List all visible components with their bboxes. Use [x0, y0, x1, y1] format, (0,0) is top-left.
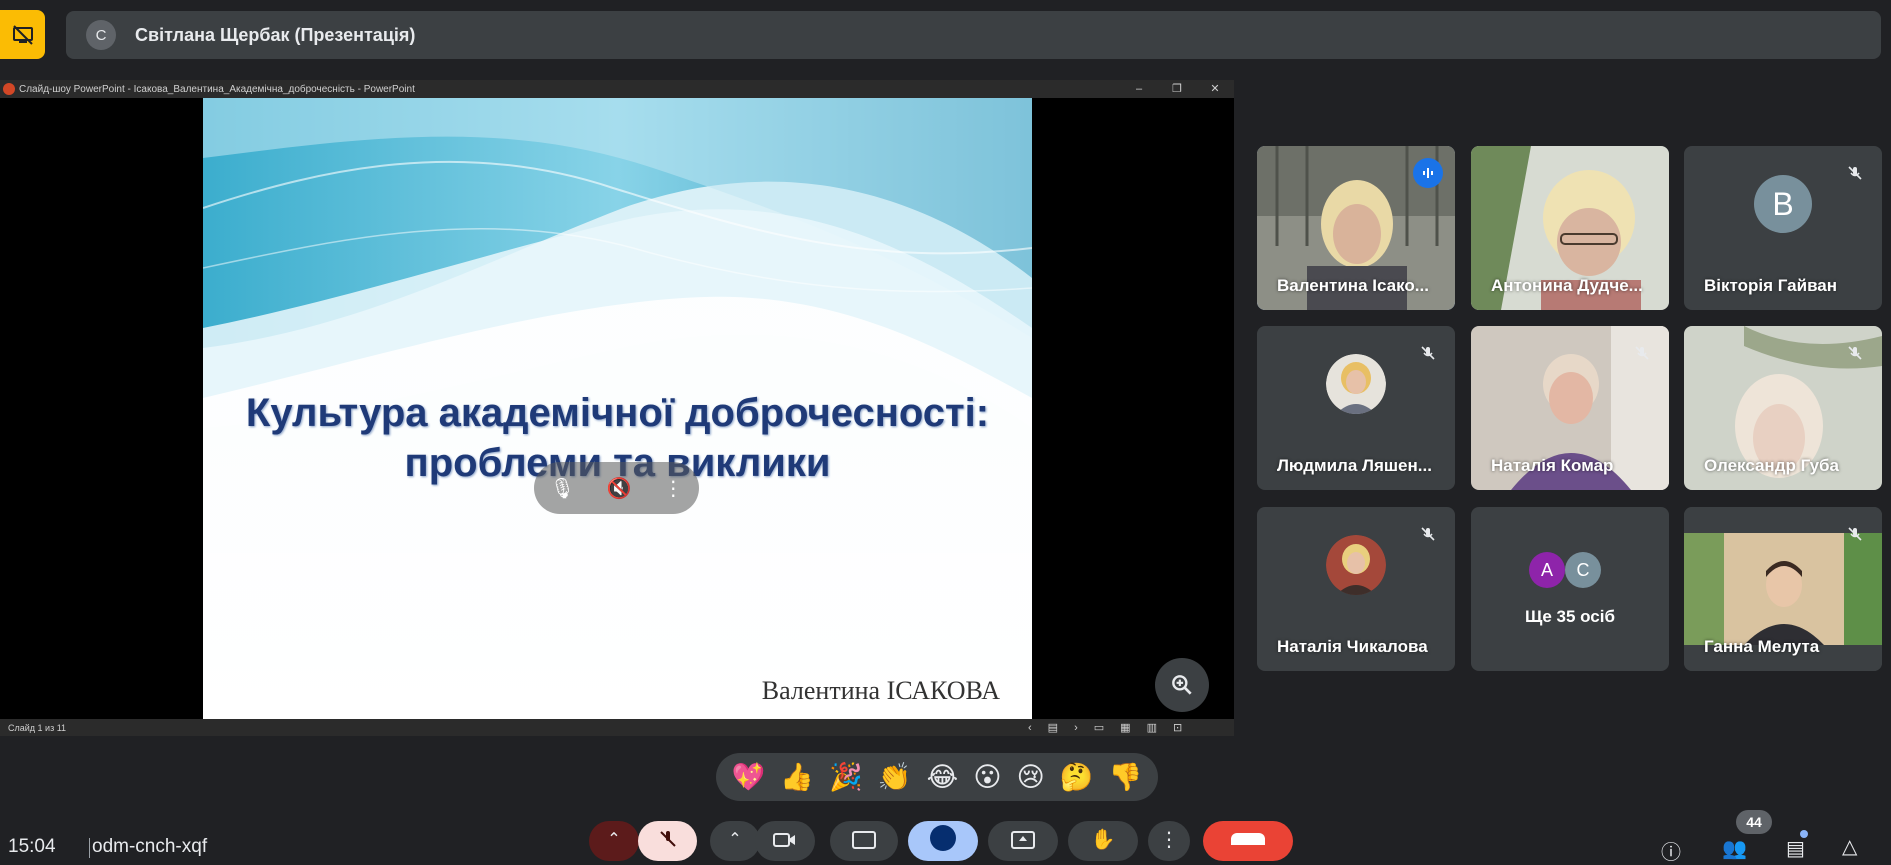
- mic-off-icon: [1413, 519, 1443, 549]
- presenter-name: Світлана Щербак (Презентація): [135, 24, 416, 45]
- reaction-sad[interactable]: 😢: [1017, 763, 1045, 791]
- participant-name: Людмила Ляшен...: [1277, 456, 1432, 475]
- presentation-status-badge[interactable]: [0, 10, 45, 59]
- presentation-off-icon: [12, 24, 33, 45]
- participant-name: Вікторія Гайван: [1704, 276, 1838, 295]
- more-options-icon[interactable]: ⋮: [663, 476, 683, 501]
- raise-hand-button[interactable]: ✋: [1068, 821, 1138, 861]
- end-call-icon: [1231, 833, 1265, 845]
- tile-overlay-controls: 🎙 🔇 ⋮: [534, 462, 699, 514]
- divider: [89, 838, 90, 858]
- participant-tile[interactable]: Наталія Чикалова: [1257, 507, 1455, 671]
- participant-avatar: [1326, 354, 1386, 414]
- mic-off-icon: [1627, 338, 1657, 368]
- slide: Культура академічної доброчесності: проб…: [203, 98, 1032, 719]
- slide-sorter-icon[interactable]: ▦: [1120, 721, 1130, 734]
- reactions-button[interactable]: [908, 821, 978, 861]
- normal-view-icon[interactable]: ▭: [1094, 721, 1104, 734]
- prev-slide-icon[interactable]: ‹: [1028, 722, 1032, 734]
- chevron-up-icon: ⌃: [728, 831, 742, 848]
- participant-avatar: [1326, 535, 1386, 595]
- participant-name: Наталія Чикалова: [1277, 637, 1428, 656]
- more-participants-label: Ще 35 осіб: [1525, 607, 1615, 626]
- participant-name: Наталія Комар: [1491, 456, 1614, 475]
- participant-tile[interactable]: Людмила Ляшен...: [1257, 326, 1455, 490]
- close-icon[interactable]: ✕: [1196, 80, 1234, 98]
- camera-toggle-button[interactable]: [755, 821, 815, 861]
- ppt-window-title: Слайд-шоу PowerPoint - Ісакова_Валентина…: [19, 83, 415, 95]
- leave-call-button[interactable]: [1203, 821, 1293, 861]
- present-button[interactable]: [988, 821, 1058, 861]
- reading-view-icon[interactable]: ▥: [1147, 721, 1157, 734]
- participant-avatar: В: [1754, 175, 1812, 233]
- mic-toggle-button[interactable]: [638, 821, 697, 861]
- slideshow-icon[interactable]: ⊡: [1173, 721, 1182, 734]
- reaction-thinking[interactable]: 🤔: [1060, 763, 1094, 791]
- participant-tile[interactable]: В Вікторія Гайван: [1684, 146, 1882, 310]
- more-participants-tile[interactable]: А С Ще 35 осіб: [1471, 507, 1669, 671]
- reaction-surprised[interactable]: 😮: [973, 763, 1001, 791]
- meeting-code: odm-cnch-xqf: [92, 836, 208, 857]
- slide-author: Валентина ІСАКОВА: [761, 676, 1000, 705]
- powerpoint-window: Слайд-шоу PowerPoint - Ісакова_Валентина…: [0, 80, 1234, 736]
- participant-name: Валентина Ісако...: [1277, 276, 1429, 295]
- participant-name: Олександр Губа: [1704, 456, 1839, 475]
- reaction-clap[interactable]: 👏: [878, 763, 912, 791]
- hand-icon: ✋: [1090, 829, 1116, 851]
- slide-title-line1: Культура академічної доброчесності:: [245, 391, 990, 435]
- notes-icon[interactable]: ▤: [1048, 721, 1058, 734]
- camera-icon: [773, 833, 795, 847]
- speaking-indicator-icon: [1413, 158, 1443, 188]
- more-vert-icon: ⋮: [1159, 829, 1179, 851]
- powerpoint-icon: [3, 83, 15, 95]
- reaction-sparkling-heart[interactable]: 💖: [732, 763, 766, 791]
- activities-icon[interactable]: △: [1842, 834, 1857, 859]
- people-count-badge: 44: [1736, 810, 1772, 834]
- present-icon: [1011, 831, 1035, 849]
- mic-off-icon: [1840, 338, 1870, 368]
- people-icon[interactable]: 👥: [1722, 836, 1747, 861]
- mute-icon[interactable]: 🎙: [550, 476, 575, 501]
- chevron-up-icon: ⌃: [607, 831, 621, 848]
- volume-off-icon[interactable]: 🔇: [607, 476, 632, 501]
- slide-counter: Слайд 1 из 11: [8, 722, 67, 733]
- participant-avatar: А: [1529, 552, 1565, 588]
- ppt-statusbar: Слайд 1 из 11 ‹ ▤ › ▭ ▦ ▥ ⊡: [0, 719, 1234, 736]
- reactions-bar: 💖 👍 🎉 👏 😂 😮 😢 🤔 👎: [716, 753, 1158, 801]
- camera-options-button[interactable]: ⌃: [710, 821, 760, 861]
- mic-off-icon: [1840, 158, 1870, 188]
- captions-button[interactable]: [830, 821, 898, 861]
- info-icon[interactable]: ⓘ: [1661, 836, 1681, 865]
- participant-tile[interactable]: Наталія Комар: [1471, 326, 1669, 490]
- ppt-titlebar: Слайд-шоу PowerPoint - Ісакова_Валентина…: [0, 80, 1234, 98]
- presenter-avatar: С: [86, 20, 116, 50]
- participant-name: Ганна Мелута: [1704, 637, 1820, 656]
- participant-tile[interactable]: Ганна Мелута: [1684, 507, 1882, 671]
- participant-tile[interactable]: Олександр Губа: [1684, 326, 1882, 490]
- participant-avatar: С: [1565, 552, 1601, 588]
- reaction-party[interactable]: 🎉: [829, 763, 863, 791]
- restore-icon[interactable]: ❐: [1158, 80, 1196, 98]
- chat-icon[interactable]: ▤: [1786, 836, 1805, 861]
- mic-off-icon: [659, 831, 676, 847]
- mic-off-icon: [1413, 338, 1443, 368]
- participant-tile[interactable]: Валентина Ісако...: [1257, 146, 1455, 310]
- reaction-thumbs-up[interactable]: 👍: [780, 763, 814, 791]
- chat-unread-dot: [1800, 830, 1808, 838]
- clock: 15:04: [8, 836, 56, 857]
- mic-options-button[interactable]: ⌃: [589, 821, 639, 861]
- zoom-in-icon: [1172, 675, 1192, 695]
- captions-icon: [852, 831, 876, 849]
- more-options-button[interactable]: ⋮: [1148, 821, 1190, 861]
- participant-name: Антонина Дудче...: [1491, 276, 1643, 295]
- emoji-icon: [930, 825, 956, 851]
- zoom-button[interactable]: [1155, 658, 1209, 712]
- reaction-laugh[interactable]: 😂: [927, 763, 959, 791]
- next-slide-icon[interactable]: ›: [1074, 722, 1078, 734]
- participant-tile[interactable]: Антонина Дудче...: [1471, 146, 1669, 310]
- reaction-thumbs-down[interactable]: 👎: [1109, 763, 1143, 791]
- presenter-bar: С Світлана Щербак (Презентація): [66, 11, 1881, 59]
- mic-off-icon: [1840, 519, 1870, 549]
- minimize-icon[interactable]: –: [1120, 80, 1158, 98]
